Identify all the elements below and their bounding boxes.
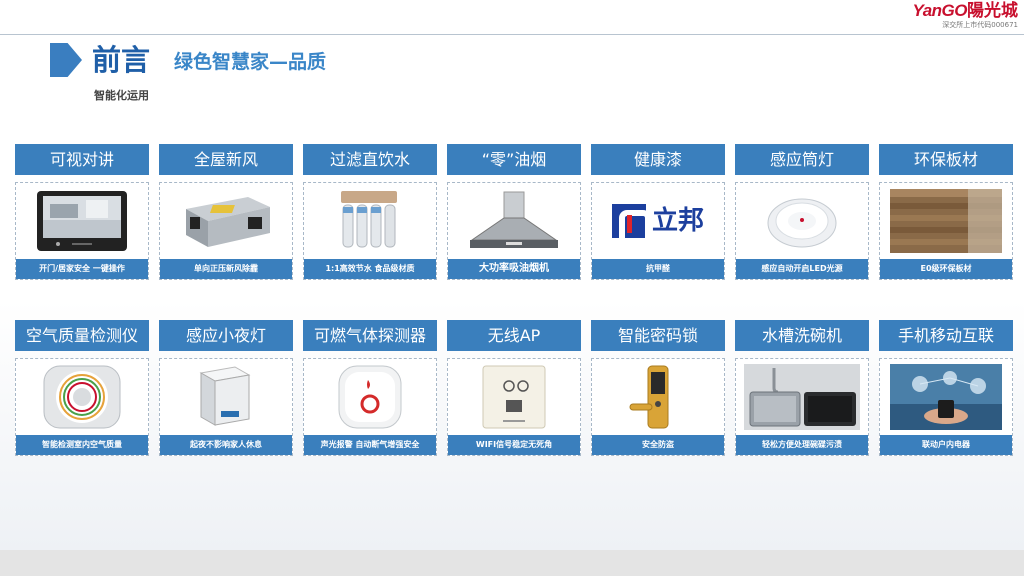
card-caption: E0级环保板材 [880,259,1012,279]
card-title: 空气质量检测仪 [15,320,149,351]
sink-dishwasher-icon [743,363,861,431]
card-title: 可视对讲 [15,144,149,175]
card-night-light: 感应小夜灯 起夜不影响家人休息 [159,320,293,456]
card-wireless-ap: 无线AP WIFI信号稳定无死角 [447,320,581,456]
card-mobile-connect: 手机移动互联 联动户内电器 [879,320,1013,456]
card-title: 环保板材 [879,144,1013,175]
card-eco-board: 环保板材 E0级环保板材 [879,144,1013,280]
card-caption: 抗甲醛 [592,259,724,279]
card-video-intercom: 可视对讲 开门/居家安全 一键操作 [15,144,149,280]
card-range-hood: “零”油烟 大功率吸油烟机 [447,144,581,280]
card-smart-lock: 智能密码锁 安全防盗 [591,320,725,456]
card-caption: 1:1高效节水 食品级材质 [304,259,436,279]
card-title: 过滤直饮水 [303,144,437,175]
card-gas-detector: 可燃气体探测器 声光报警 自动断气增强安全 [303,320,437,456]
top-divider [0,34,1024,35]
logo-cn: 陽光城 [967,1,1018,21]
yango-logo: YanGO陽光城 深交所上市代码000671 [888,1,1019,32]
card-sink-dishwasher: 水槽洗碗机 轻松方便处理碗碟污渍 [735,320,869,456]
top-bar: YanGO陽光城 深交所上市代码000671 [0,0,1024,36]
card-body: 大功率吸油烟机 [447,182,581,280]
smart-lock-icon [599,363,717,431]
logo-en: YanGO [912,1,968,20]
wireless-ap-icon [455,363,573,431]
range-hood-icon [455,187,573,255]
air-monitor-icon [23,363,141,431]
nippon-mark-icon [611,204,651,238]
card-title: “零”油烟 [447,144,581,175]
card-body: 轻松方便处理碗碟污渍 [735,358,869,456]
card-body: 起夜不影响家人休息 [159,358,293,456]
card-body: 感应自动开启LED光源 [735,182,869,280]
video-intercom-icon [23,187,141,255]
downlight-icon [743,187,861,255]
card-body: 开门/居家安全 一键操作 [15,182,149,280]
card-caption: WIFI信号稳定无死角 [448,435,580,455]
fresh-air-unit-icon [167,187,285,255]
card-caption: 智能检测室内空气质量 [16,435,148,455]
card-title: 可燃气体探测器 [303,320,437,351]
card-caption: 轻松方便处理碗碟污渍 [736,435,868,455]
card-caption: 大功率吸油烟机 [448,259,580,279]
page-title: 前言 [92,43,151,77]
gas-detector-icon [311,363,429,431]
card-body: 声光报警 自动断气增强安全 [303,358,437,456]
title-chevron-icon [50,43,82,77]
card-caption: 开门/居家安全 一键操作 [16,259,148,279]
card-body: WIFI信号稳定无死角 [447,358,581,456]
card-title: 水槽洗碗机 [735,320,869,351]
card-title: 智能密码锁 [591,320,725,351]
card-title: 健康漆 [591,144,725,175]
card-body: 智能检测室内空气质量 [15,358,149,456]
card-caption: 声光报警 自动断气增强安全 [304,435,436,455]
card-body: 安全防盗 [591,358,725,456]
card-water-filter: 过滤直饮水 1:1高效节水 食品级材质 [303,144,437,280]
card-body: 1:1高效节水 食品级材质 [303,182,437,280]
card-body: 联动户内电器 [879,358,1013,456]
card-caption: 联动户内电器 [880,435,1012,455]
logo-stock-code: 深交所上市代码000671 [942,21,1018,29]
card-body: 立邦 抗甲醛 [591,182,725,280]
page-subtitle: 绿色智慧家—品质 [174,51,327,73]
wood-panel-icon [887,187,1005,255]
card-body: E0级环保板材 [879,182,1013,280]
card-title: 感应小夜灯 [159,320,293,351]
card-title: 全屋新风 [159,144,293,175]
card-air-monitor: 空气质量检测仪 智能检测室内空气质量 [15,320,149,456]
bottom-bar [0,550,1024,576]
card-title: 感应筒灯 [735,144,869,175]
card-title: 手机移动互联 [879,320,1013,351]
card-fresh-air: 全屋新风 单向正压新风除霾 [159,144,293,280]
nippon-logo-icon: 立邦 [599,187,717,255]
nippon-brand-text: 立邦 [651,206,704,236]
card-caption: 安全防盗 [592,435,724,455]
section-label: 智能化运用 [94,89,149,102]
water-filter-icon [311,187,429,255]
card-caption: 感应自动开启LED光源 [736,259,868,279]
card-healthy-paint: 健康漆 立邦 抗甲醛 [591,144,725,280]
card-title: 无线AP [447,320,581,351]
card-downlight: 感应筒灯 感应自动开启LED光源 [735,144,869,280]
card-caption: 单向正压新风除霾 [160,259,292,279]
card-caption: 起夜不影响家人休息 [160,435,292,455]
mobile-connect-icon [887,363,1005,431]
card-body: 单向正压新风除霾 [159,182,293,280]
night-light-icon [167,363,285,431]
